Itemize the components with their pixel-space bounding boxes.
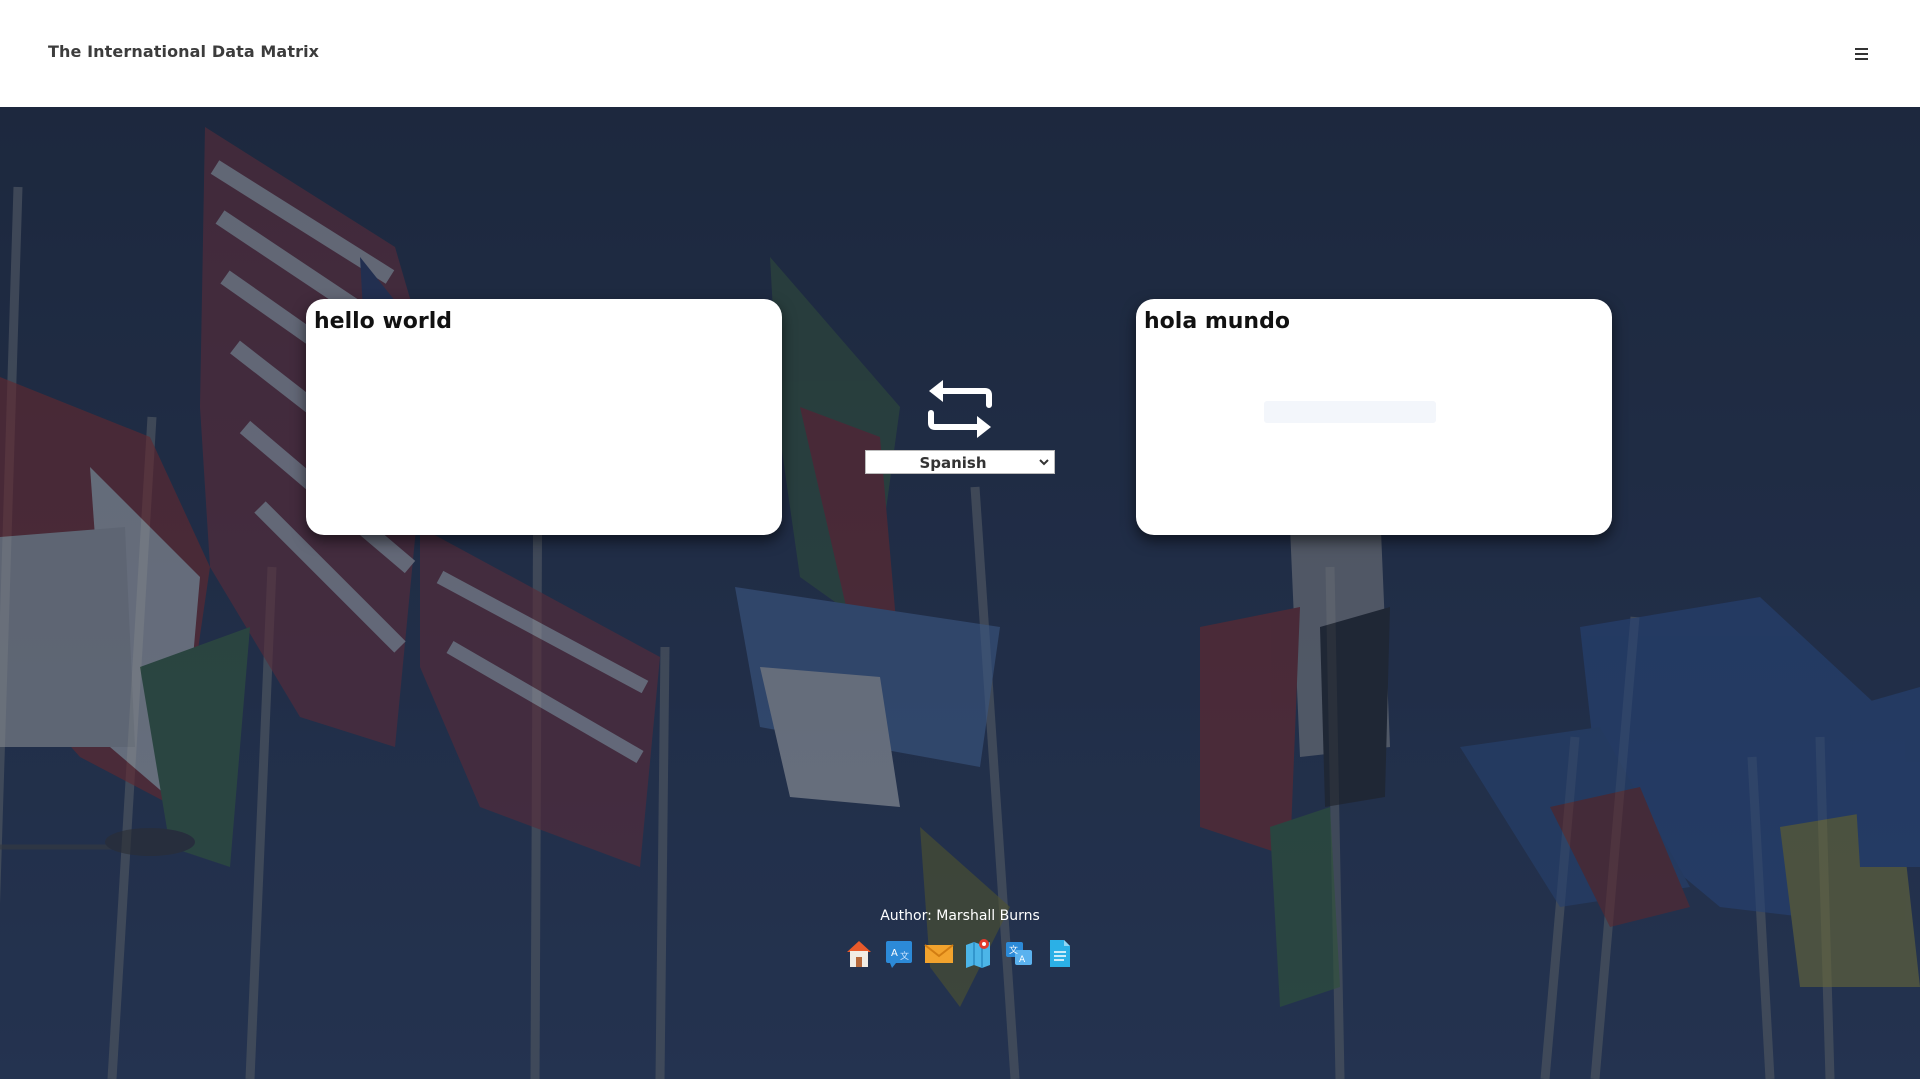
source-text[interactable]: hello world bbox=[314, 309, 452, 334]
chevron-down-icon bbox=[1039, 459, 1049, 466]
language-select-value: Spanish bbox=[919, 454, 987, 472]
svg-text:A: A bbox=[891, 948, 898, 959]
hamburger-menu-icon[interactable] bbox=[1852, 44, 1874, 62]
translate-icon[interactable]: A 文 bbox=[884, 937, 914, 969]
home-icon[interactable] bbox=[844, 937, 874, 969]
top-navbar: The International Data Matrix bbox=[0, 0, 1920, 107]
language-search-icon[interactable]: 文 A bbox=[1004, 937, 1034, 969]
svg-text:文: 文 bbox=[1009, 944, 1018, 956]
author-credit: Author: Marshall Burns bbox=[880, 908, 1040, 924]
flags-background-image bbox=[0, 107, 1920, 1079]
document-icon[interactable] bbox=[1044, 937, 1074, 969]
footer-icon-bar: A 文 文 A bbox=[844, 937, 1074, 971]
translated-text: hola mundo bbox=[1144, 309, 1290, 334]
language-select[interactable]: Spanish bbox=[865, 450, 1055, 474]
swap-arrows-icon[interactable] bbox=[925, 377, 995, 441]
translated-text-card: hola mundo bbox=[1136, 299, 1612, 535]
faded-overlay-bar bbox=[1264, 401, 1436, 423]
map-icon[interactable] bbox=[964, 937, 994, 969]
svg-text:A: A bbox=[1019, 955, 1026, 965]
hero-background bbox=[0, 107, 1920, 1079]
svg-text:文: 文 bbox=[900, 950, 909, 962]
source-text-card[interactable]: hello world bbox=[306, 299, 782, 535]
mail-icon[interactable] bbox=[924, 937, 954, 969]
site-brand[interactable]: The International Data Matrix bbox=[48, 42, 319, 61]
